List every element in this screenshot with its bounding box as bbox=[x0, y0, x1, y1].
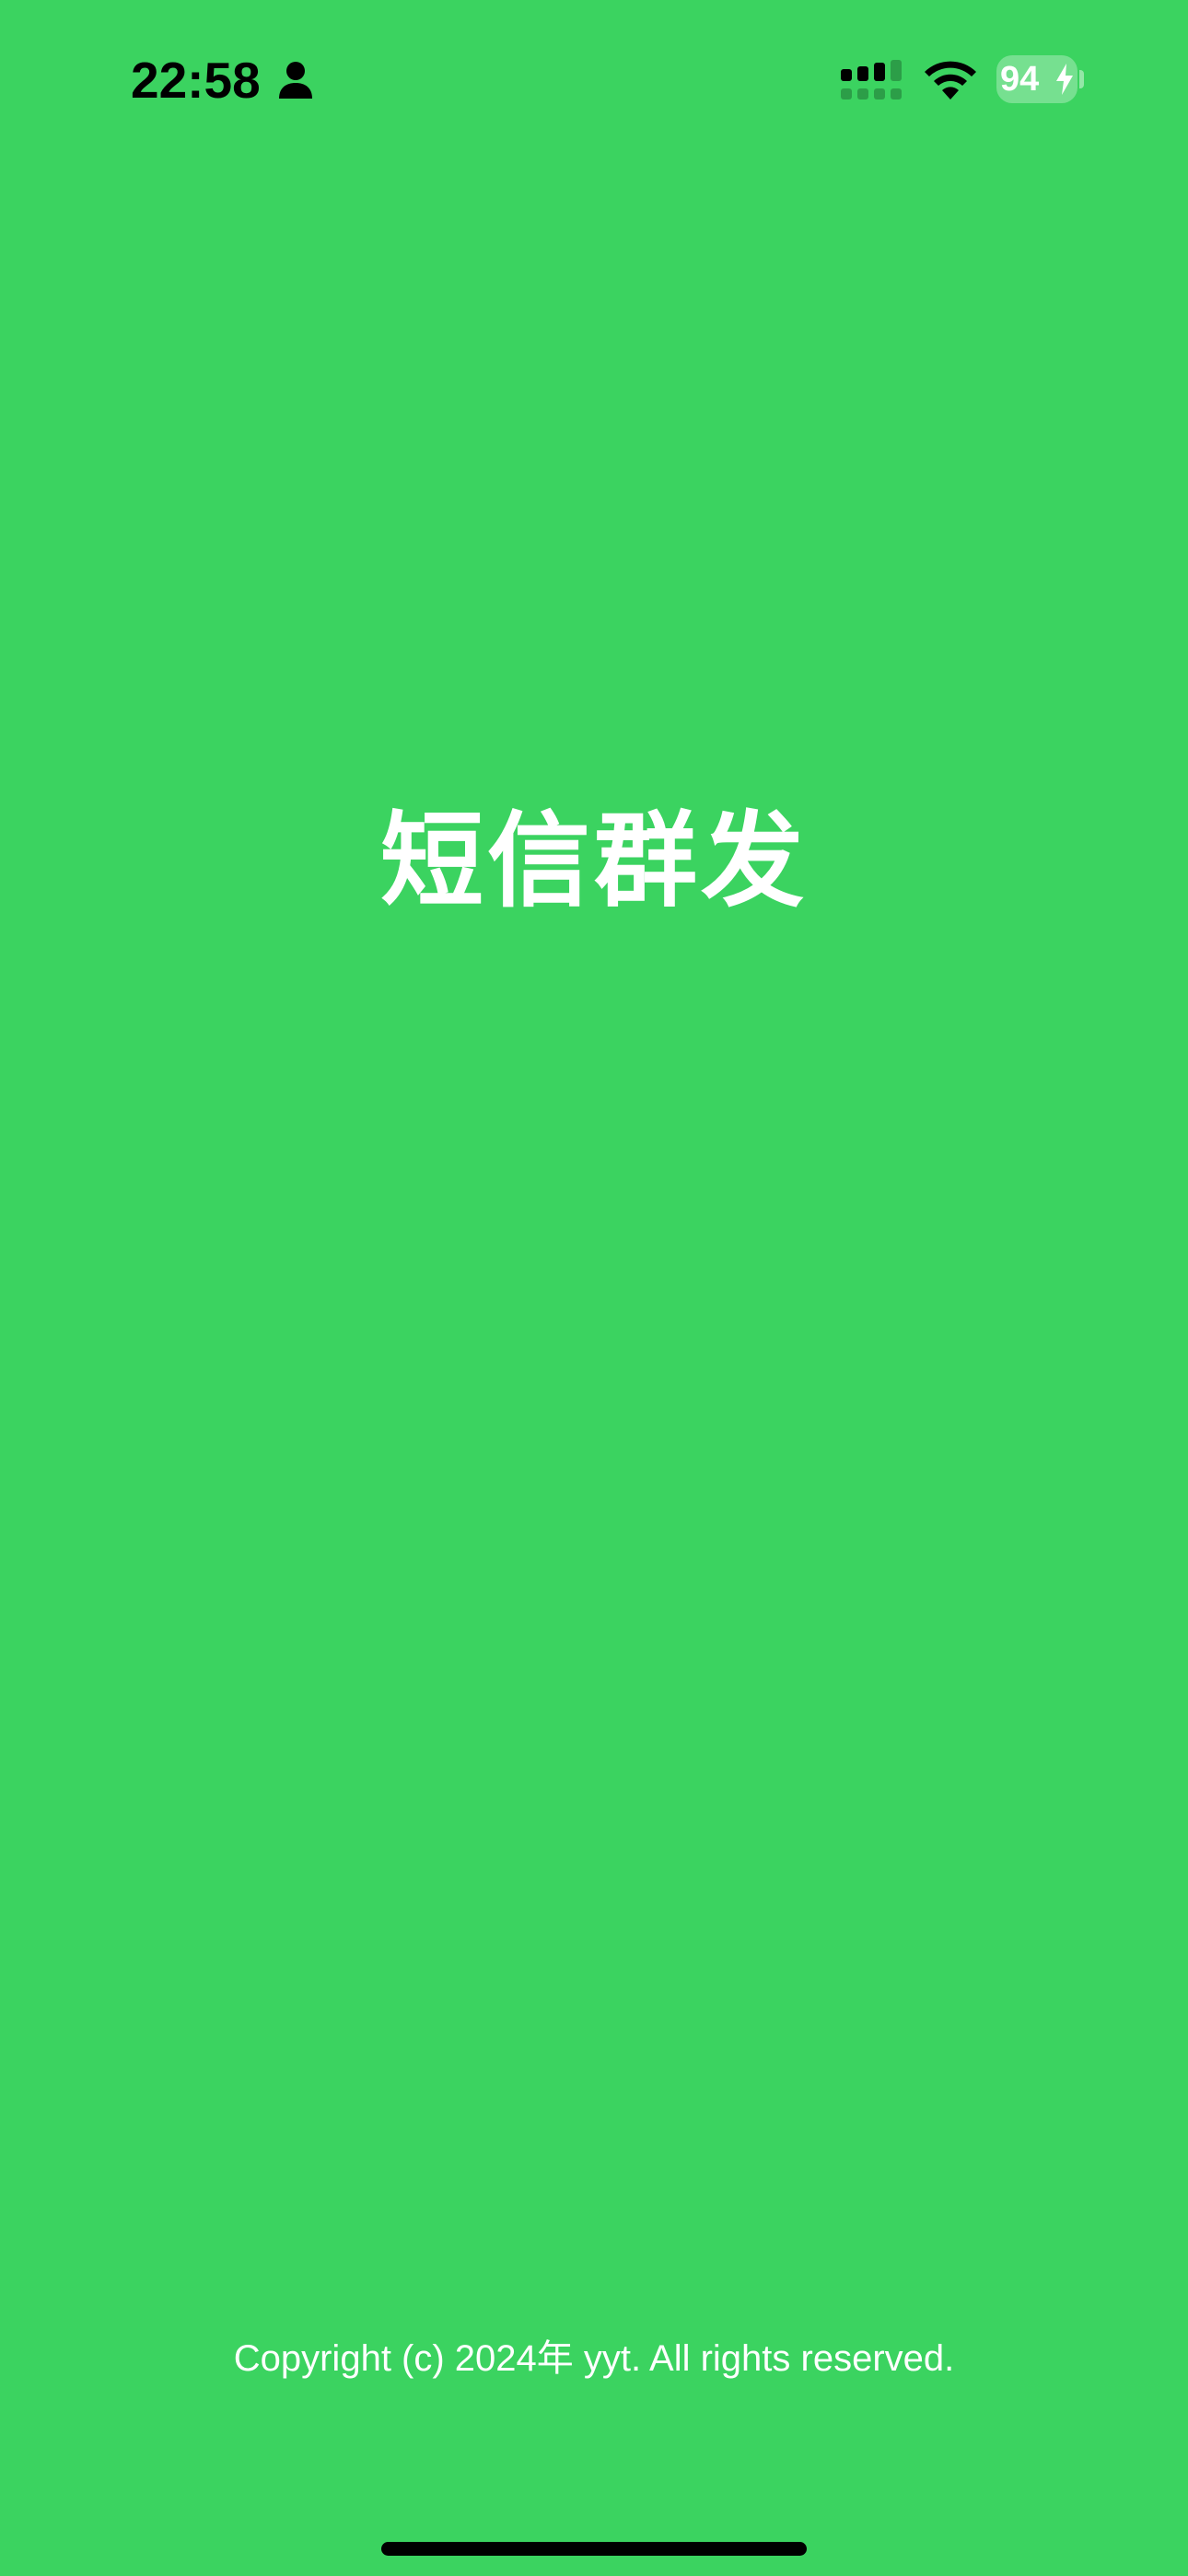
status-time: 22:58 bbox=[131, 52, 261, 109]
copyright-text: Copyright (c) 2024年 yyt. All rights rese… bbox=[233, 2338, 955, 2379]
battery-indicator: 94 bbox=[996, 55, 1085, 103]
status-bar: 22:58 94 bbox=[0, 0, 1188, 166]
cellular-signal-icon bbox=[841, 60, 902, 100]
battery-icon: 94 bbox=[996, 55, 1077, 103]
battery-cap bbox=[1079, 70, 1084, 88]
battery-percent: 94 bbox=[1000, 60, 1040, 99]
app-title: 短信群发 bbox=[380, 802, 808, 921]
wifi-icon bbox=[925, 61, 976, 100]
home-indicator[interactable] bbox=[381, 2542, 807, 2556]
person-icon bbox=[279, 62, 312, 99]
charging-bolt-icon bbox=[1056, 64, 1073, 95]
